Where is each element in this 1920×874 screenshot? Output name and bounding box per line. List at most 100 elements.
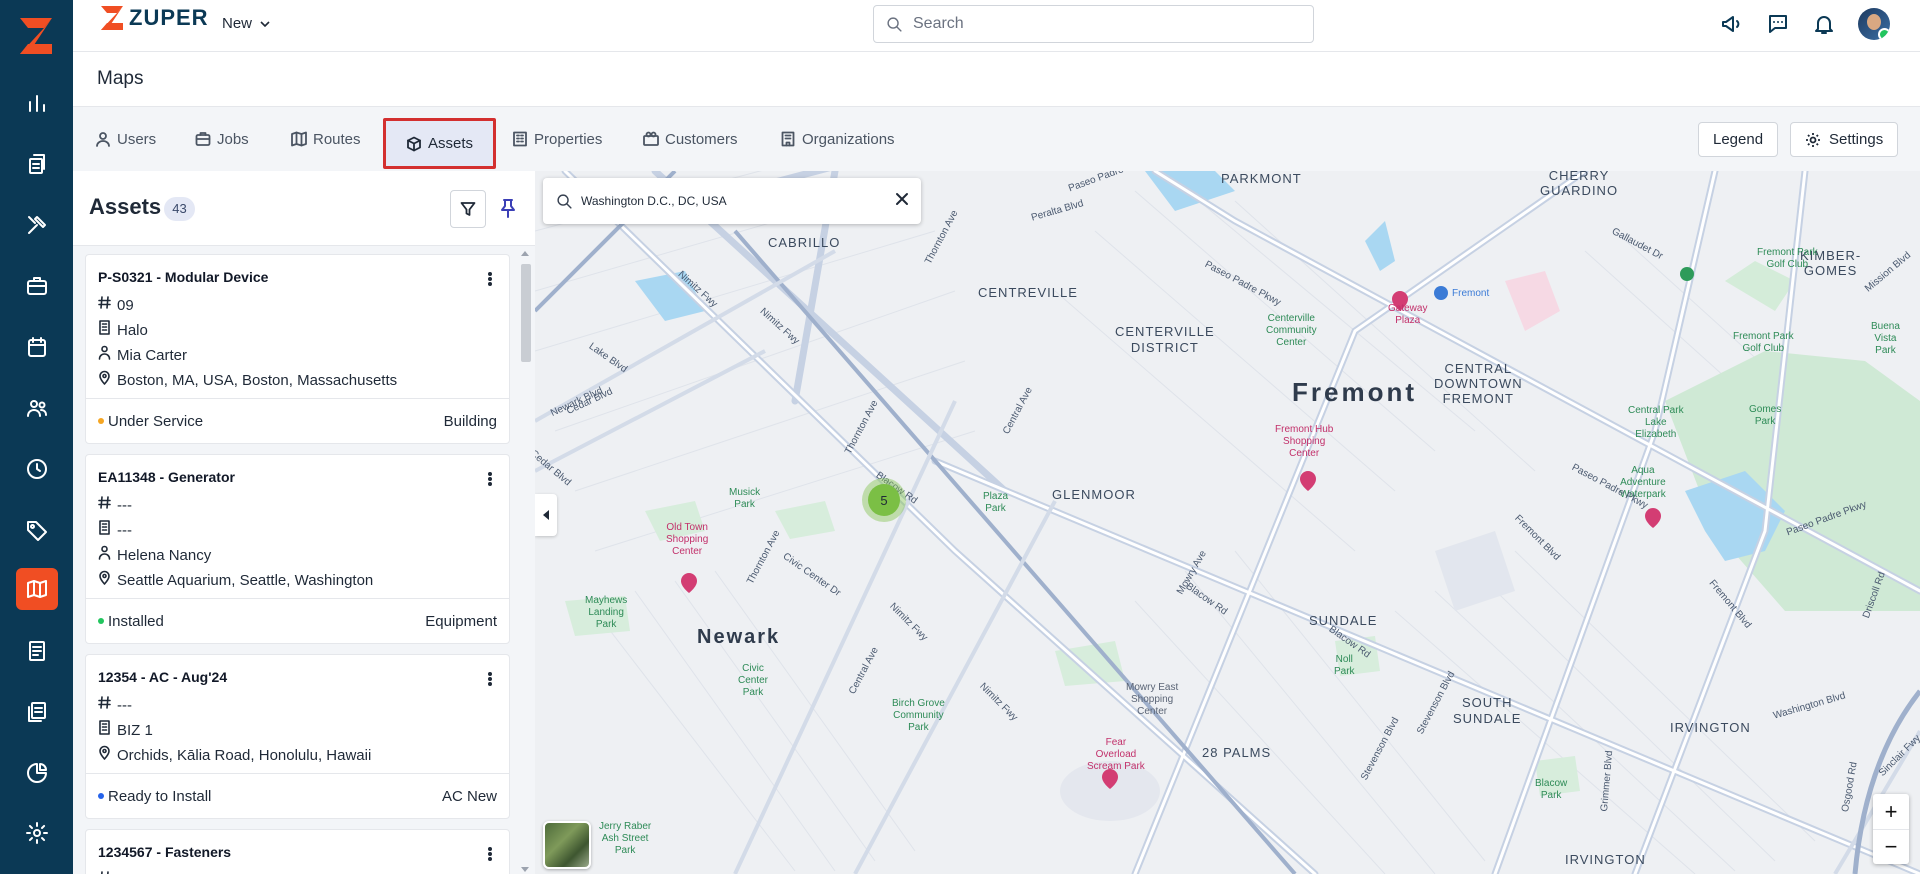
map-label: Gomes Park xyxy=(1749,404,1782,427)
asset-card[interactable]: EA11348 - Generator --- --- Helena Nancy… xyxy=(85,454,510,644)
settings-button[interactable]: Settings xyxy=(1790,122,1899,157)
zoom-out-button[interactable]: − xyxy=(1873,829,1909,864)
hash-icon xyxy=(98,296,111,309)
tab-organizations[interactable]: Organizations xyxy=(772,120,903,158)
map-label: Fremont xyxy=(1452,288,1490,299)
asset-code: 09 xyxy=(117,297,134,314)
customers-icon xyxy=(643,131,659,146)
more-options-icon[interactable] xyxy=(487,844,493,864)
tab-routes[interactable]: Routes xyxy=(283,120,369,158)
map-label: Musick Park xyxy=(729,487,761,510)
nav-tools-icon[interactable] xyxy=(16,204,58,246)
zuper-logo-icon xyxy=(101,6,123,30)
tab-customers[interactable]: Customers xyxy=(635,120,746,158)
status-label: Under Service xyxy=(108,412,204,430)
brand[interactable]: ZUPER xyxy=(97,3,209,33)
page-title: Maps xyxy=(97,68,144,89)
nav-documents-icon[interactable] xyxy=(16,691,58,733)
filter-icon xyxy=(460,202,476,216)
map-label: IRVINGTON xyxy=(1565,852,1646,867)
scroll-up-arrow-icon[interactable] xyxy=(521,251,529,256)
filter-button[interactable] xyxy=(450,190,486,228)
left-nav-rail xyxy=(0,0,73,874)
nav-invoice-icon[interactable] xyxy=(16,630,58,672)
map-label: Old Town Shopping Center xyxy=(666,522,709,557)
map-label: Central Park Lake Elizabeth xyxy=(1628,405,1684,440)
tab-label: Users xyxy=(117,130,157,148)
asset-card[interactable]: 1234567 - Fasteners xyxy=(85,829,510,874)
hash-icon xyxy=(98,496,111,509)
tab-properties[interactable]: Properties xyxy=(504,120,610,158)
tab-users[interactable]: Users xyxy=(87,120,164,158)
asset-status: Under Service xyxy=(98,413,203,430)
nav-reports-icon[interactable] xyxy=(16,752,58,794)
chevron-down-icon xyxy=(260,20,270,27)
page-header: Maps xyxy=(73,52,1920,107)
scroll-thumb[interactable] xyxy=(521,264,531,362)
nav-calendar-icon[interactable] xyxy=(16,326,58,368)
gear-icon xyxy=(1806,132,1820,147)
tab-assets[interactable]: Assets xyxy=(383,118,496,169)
pin-button[interactable] xyxy=(497,195,519,221)
tab-jobs[interactable]: Jobs xyxy=(187,120,257,158)
announcement-icon[interactable] xyxy=(1720,12,1744,36)
map-search-input[interactable] xyxy=(581,194,881,208)
location-pin-icon xyxy=(99,370,110,385)
clear-search-icon[interactable] xyxy=(895,192,911,208)
asset-title: 12354 - AC - Aug'24 xyxy=(98,669,228,685)
more-options-icon[interactable] xyxy=(487,469,493,489)
map-label: Fremont Hub Shopping Center xyxy=(1275,424,1334,459)
notification-bell-icon[interactable] xyxy=(1812,12,1836,36)
asset-company: BIZ 1 xyxy=(117,722,153,739)
nav-settings-icon[interactable] xyxy=(16,812,58,854)
map-label: Civic Center Park xyxy=(738,663,769,698)
assets-scrollbar[interactable] xyxy=(520,251,531,874)
map-label: CENTERVILLE DISTRICT xyxy=(1115,324,1215,355)
asset-location: Boston, MA, USA, Boston, Massachusetts xyxy=(117,372,398,389)
scroll-down-arrow-icon[interactable] xyxy=(521,867,529,872)
nav-customers-icon[interactable] xyxy=(16,387,58,429)
map-label: Plaza Park xyxy=(983,491,1009,514)
map-label: Fremont xyxy=(1292,377,1417,407)
asset-person: Helena Nancy xyxy=(117,547,212,564)
asset-location-row: Seattle Aquarium, Seattle, Washington xyxy=(98,564,497,589)
nav-clock-icon[interactable] xyxy=(16,448,58,490)
map-label: Birch Grove Community Park xyxy=(892,698,945,733)
pin-icon xyxy=(501,199,515,218)
hash-icon xyxy=(101,871,109,874)
asset-company: Halo xyxy=(117,322,148,339)
zoom-control: + − xyxy=(1873,794,1909,864)
zoom-in-button[interactable]: + xyxy=(1873,794,1909,829)
nav-briefcase-icon[interactable] xyxy=(16,265,58,307)
map-label: Gateway Plaza xyxy=(1388,303,1428,326)
avatar[interactable] xyxy=(1858,8,1890,40)
collapse-panel-button[interactable] xyxy=(535,494,557,536)
asset-card[interactable]: P-S0321 - Modular Device 09 Halo Mia Car… xyxy=(85,254,510,444)
nav-dashboard-icon[interactable] xyxy=(16,82,58,124)
chat-icon[interactable] xyxy=(1766,12,1790,36)
asset-code: --- xyxy=(117,697,132,714)
tab-label: Customers xyxy=(665,130,738,148)
global-search[interactable] xyxy=(873,5,1314,43)
asset-cluster-marker[interactable]: 5 xyxy=(862,478,906,522)
new-dropdown-button[interactable]: New xyxy=(222,15,270,32)
user-icon xyxy=(98,345,111,360)
nav-tag-icon[interactable] xyxy=(16,509,58,551)
search-input[interactable] xyxy=(913,15,1293,33)
legend-button[interactable]: Legend xyxy=(1698,122,1779,157)
map-label: Centerville Community Center xyxy=(1266,313,1317,348)
zuper-logo-icon[interactable] xyxy=(14,14,58,58)
asset-card[interactable]: 12354 - AC - Aug'24 --- BIZ 1 Orchids, K… xyxy=(85,654,510,819)
more-options-icon[interactable] xyxy=(487,669,493,689)
new-label: New xyxy=(222,15,253,32)
map-location-search[interactable] xyxy=(543,178,921,224)
more-options-icon[interactable] xyxy=(487,269,493,289)
map-canvas[interactable]: PARKMONT CHERRY GUARDINO CABRILLO CENTRE… xyxy=(535,171,1920,874)
nav-jobs-icon[interactable] xyxy=(16,143,58,185)
asset-card-footer: Ready to Install AC New xyxy=(86,773,509,818)
map-label: Mowry East Shopping Center xyxy=(1126,682,1179,717)
satellite-layer-toggle[interactable] xyxy=(543,821,591,869)
nav-maps-icon[interactable] xyxy=(16,568,58,610)
search-icon xyxy=(557,193,572,209)
status-dot xyxy=(98,618,104,624)
